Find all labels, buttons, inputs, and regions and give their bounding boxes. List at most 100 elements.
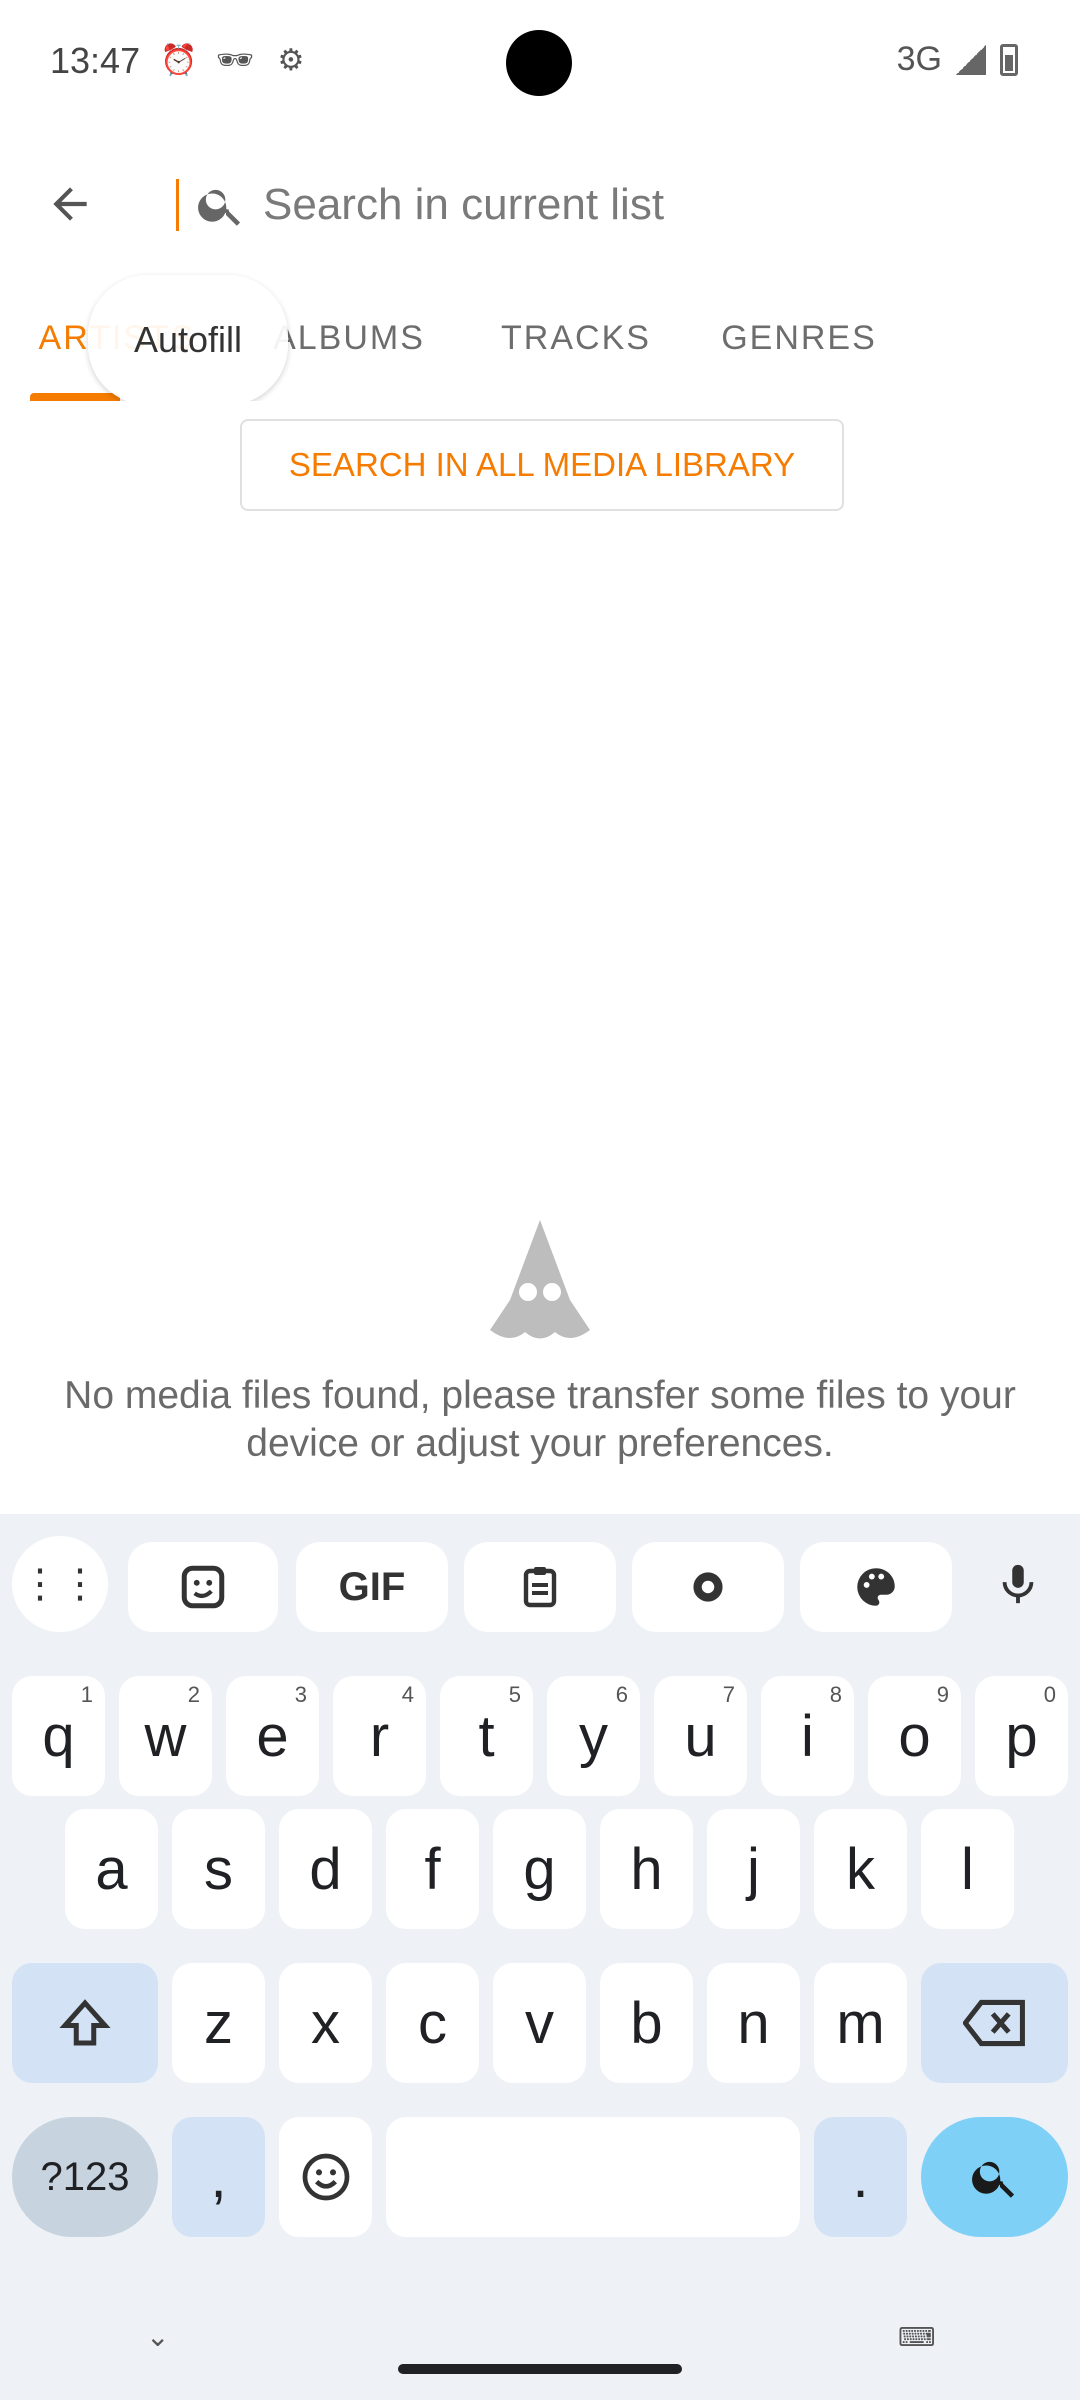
theme-button[interactable] xyxy=(800,1542,952,1632)
search-icon xyxy=(198,189,241,226)
key-label: o xyxy=(898,1703,931,1769)
key-i[interactable]: i8 xyxy=(761,1676,854,1796)
key-label: ?123 xyxy=(40,2154,130,2199)
backspace-key[interactable] xyxy=(921,1963,1068,2083)
home-gesture-bar[interactable] xyxy=(398,2364,682,2374)
key-label: s xyxy=(204,1836,233,1902)
key-l[interactable]: l xyxy=(921,1809,1014,1929)
key-p[interactable]: p0 xyxy=(975,1676,1068,1796)
key-h[interactable]: h xyxy=(600,1809,693,1929)
key-label: t xyxy=(478,1703,495,1769)
network-type: 3G xyxy=(896,40,942,78)
key-g[interactable]: g xyxy=(493,1809,586,1929)
search-box[interactable] xyxy=(148,140,988,266)
shift-icon xyxy=(59,1999,111,2046)
key-hint: 4 xyxy=(401,1682,414,1707)
key-hint: 9 xyxy=(936,1682,949,1707)
search-all-button[interactable]: SEARCH IN ALL MEDIA LIBRARY xyxy=(240,419,844,511)
key-label: x xyxy=(311,1990,340,2056)
key-label: z xyxy=(204,1990,233,2056)
key-t[interactable]: t5 xyxy=(440,1676,533,1796)
key-q[interactable]: q1 xyxy=(12,1676,105,1796)
key-u[interactable]: u7 xyxy=(654,1676,747,1796)
battery-icon xyxy=(1000,43,1018,76)
key-w[interactable]: w2 xyxy=(119,1676,212,1796)
key-a[interactable]: a xyxy=(65,1809,158,1929)
key-z[interactable]: z xyxy=(172,1963,265,2083)
palette-icon xyxy=(857,1568,895,1606)
key-hint: 0 xyxy=(1043,1682,1056,1707)
key-hint: 6 xyxy=(615,1682,628,1707)
key-v[interactable]: v xyxy=(493,1963,586,2083)
key-label: b xyxy=(630,1990,663,2056)
symbols-key[interactable]: ?123 xyxy=(12,2117,158,2237)
empty-ghost-cone-icon xyxy=(490,1220,590,1339)
signal-icon xyxy=(956,44,986,75)
key-label: r xyxy=(369,1703,390,1769)
key-hint: 2 xyxy=(187,1682,200,1707)
voice-input-button[interactable] xyxy=(970,1536,1066,1632)
text-caret xyxy=(176,179,179,231)
clipboard-button[interactable] xyxy=(464,1542,616,1632)
key-label: d xyxy=(309,1836,342,1902)
status-time: 13:47 xyxy=(50,40,141,81)
key-j[interactable]: j xyxy=(707,1809,800,1929)
back-button[interactable] xyxy=(30,164,110,244)
keyboard-settings-button[interactable] xyxy=(632,1542,784,1632)
keyboard-switch-icon[interactable]: ⌨ xyxy=(898,2322,936,2353)
key-e[interactable]: e3 xyxy=(226,1676,319,1796)
key-o[interactable]: o9 xyxy=(868,1676,961,1796)
period-key[interactable]: . xyxy=(814,2117,907,2237)
empty-state-message: No media files found, please transfer so… xyxy=(64,1374,1016,1465)
key-label: v xyxy=(525,1990,554,2056)
key-k[interactable]: k xyxy=(814,1809,907,1929)
soft-keyboard: ⋮⋮ GIF q1 w2 e3 r4 t5 y6 u7 i8 o9 p0 a s… xyxy=(0,1514,1080,2400)
key-label: m xyxy=(836,1990,885,2056)
key-hint: 5 xyxy=(508,1682,521,1707)
apps-grid-icon[interactable]: ⋮⋮ xyxy=(12,1536,108,1632)
search-enter-key[interactable] xyxy=(921,2117,1068,2237)
alarm-icon: ⏰ xyxy=(160,44,198,77)
camera-cutout xyxy=(506,30,572,96)
clipboard-icon xyxy=(523,1567,557,1608)
tab-tracks[interactable]: TRACKS xyxy=(464,275,688,401)
key-n[interactable]: n xyxy=(707,1963,800,2083)
key-y[interactable]: y6 xyxy=(547,1676,640,1796)
key-label: i xyxy=(801,1703,814,1769)
key-x[interactable]: x xyxy=(279,1963,372,2083)
incognito-icon: 🕶 xyxy=(216,44,255,77)
key-label: h xyxy=(630,1836,663,1902)
status-right: 3G xyxy=(897,40,1018,79)
key-d[interactable]: d xyxy=(279,1809,372,1929)
key-label: n xyxy=(737,1990,770,2056)
hide-keyboard-chevron-icon[interactable]: ⌄ xyxy=(146,2320,169,2353)
key-label: g xyxy=(523,1836,556,1902)
search-icon xyxy=(971,2161,1014,2198)
key-label: f xyxy=(424,1836,441,1902)
tab-label: TRACKS xyxy=(501,318,651,357)
search-input[interactable] xyxy=(263,180,903,230)
settings-icon: ⚙ xyxy=(277,44,305,77)
key-label: c xyxy=(418,1990,447,2056)
gif-button[interactable]: GIF xyxy=(296,1542,448,1632)
key-r[interactable]: r4 xyxy=(333,1676,426,1796)
key-label: u xyxy=(684,1703,717,1769)
key-c[interactable]: c xyxy=(386,1963,479,2083)
backspace-icon xyxy=(962,1999,1025,2047)
key-label: a xyxy=(95,1836,128,1902)
key-b[interactable]: b xyxy=(600,1963,693,2083)
back-arrow-icon xyxy=(53,187,87,221)
sticker-button[interactable] xyxy=(128,1542,278,1632)
settings-icon xyxy=(693,1572,723,1602)
tab-genres[interactable]: GENRES xyxy=(688,275,910,401)
key-s[interactable]: s xyxy=(172,1809,265,1929)
key-label: w xyxy=(144,1703,187,1769)
autofill-chip[interactable]: Autofill xyxy=(88,275,288,405)
shift-key[interactable] xyxy=(12,1963,158,2083)
key-f[interactable]: f xyxy=(386,1809,479,1929)
key-m[interactable]: m xyxy=(814,1963,907,2083)
space-key[interactable] xyxy=(386,2117,800,2237)
emoji-icon xyxy=(302,2153,349,2201)
emoji-key[interactable] xyxy=(279,2117,372,2237)
comma-key[interactable]: , xyxy=(172,2117,265,2237)
